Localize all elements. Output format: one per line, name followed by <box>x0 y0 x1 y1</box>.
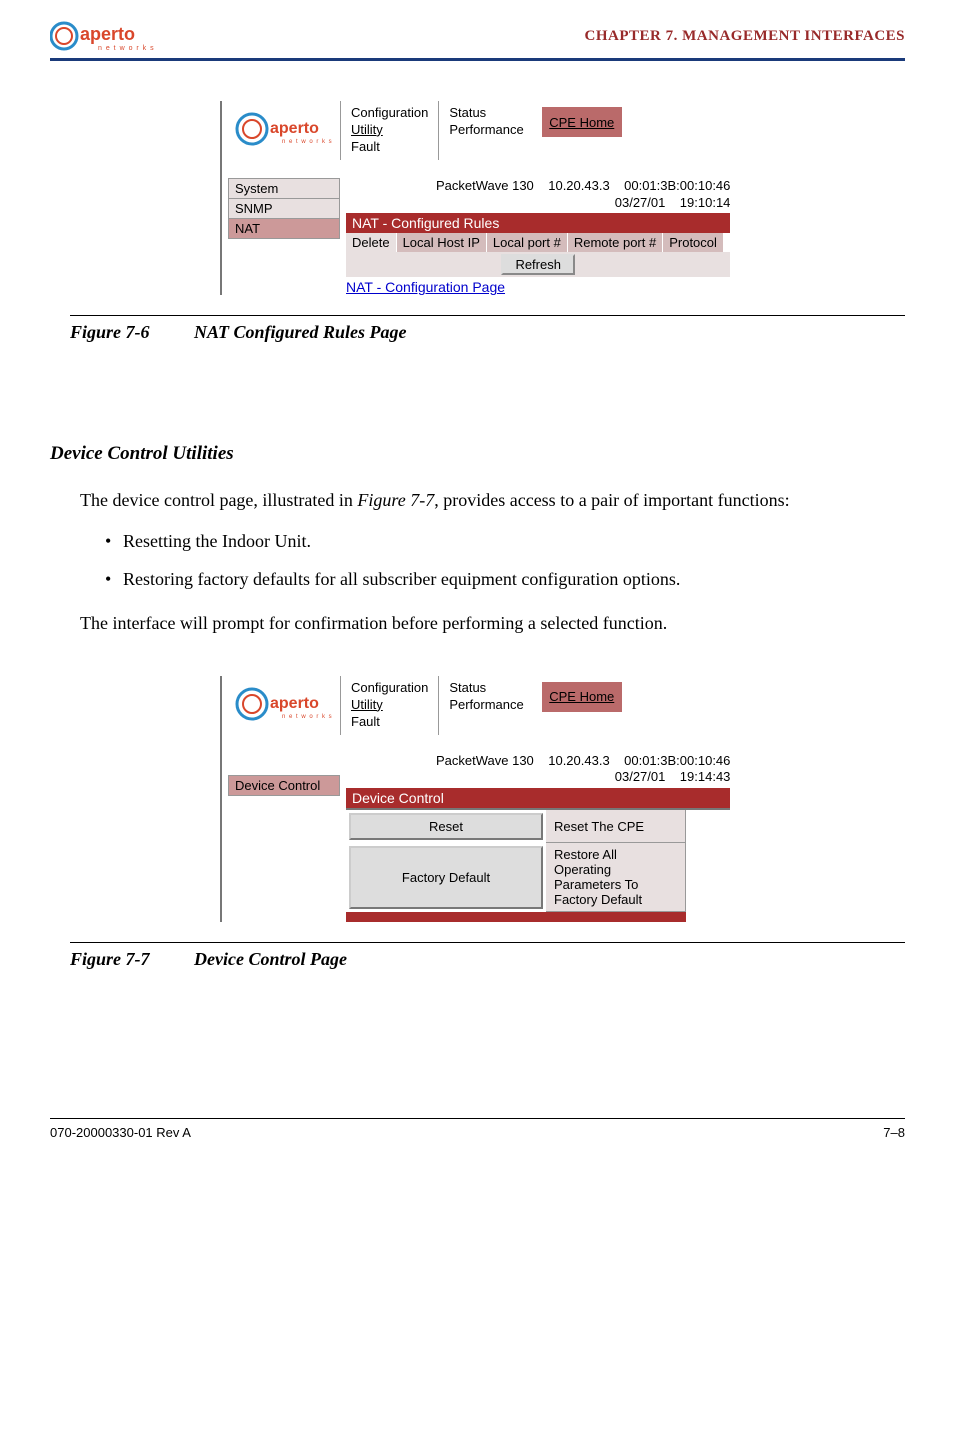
figure-title: Device Control Page <box>194 949 347 969</box>
th-local-port: Local port # <box>487 233 568 252</box>
paragraph-1: The device control page, illustrated in … <box>80 487 905 513</box>
svg-text:aperto: aperto <box>270 695 319 712</box>
footer-right: 7–8 <box>883 1125 905 1140</box>
factory-default-button[interactable]: Factory Default <box>349 846 543 909</box>
nav-configuration[interactable]: Configuration <box>351 680 428 697</box>
sidebar-item-device-control[interactable]: Device Control <box>228 775 340 796</box>
figure-number: Figure 7-6 <box>70 322 150 342</box>
nav-col-1: Configuration Utility Fault <box>340 676 438 735</box>
svg-text:aperto: aperto <box>80 24 135 44</box>
nav-col-1: Configuration Utility Fault <box>340 101 438 160</box>
sidebar: Device Control <box>228 775 340 923</box>
figure-ref: Figure 7-7 <box>357 490 434 510</box>
panel-title: NAT - Configured Rules <box>346 213 730 233</box>
figure-7-7-caption: Figure 7-7 Device Control Page <box>70 949 905 970</box>
th-local-host-ip: Local Host IP <box>397 233 487 252</box>
svg-text:aperto: aperto <box>270 120 319 137</box>
paragraph-2: The interface will prompt for confirmati… <box>80 610 905 636</box>
page-header: aperto n e t w o r k s CHAPTER 7. MANAGE… <box>50 20 905 61</box>
figure-rule <box>70 315 905 316</box>
bullet-2: Restoring factory defaults for all subsc… <box>105 566 905 592</box>
th-protocol: Protocol <box>663 233 724 252</box>
figure-7-6-screenshot: aperto n e t w o r k s Configuration Uti… <box>220 101 905 295</box>
device-control-table: Reset Reset The CPE Factory Default Rest… <box>346 808 730 922</box>
figure-number: Figure 7-7 <box>70 949 150 969</box>
refresh-button[interactable]: Refresh <box>501 254 575 275</box>
chapter-title: CHAPTER 7. MANAGEMENT INTERFACES <box>585 28 905 45</box>
sidebar: System SNMP NAT <box>228 178 340 296</box>
sidebar-item-snmp[interactable]: SNMP <box>228 198 340 218</box>
page: aperto n e t w o r k s CHAPTER 7. MANAGE… <box>0 0 955 1170</box>
nat-configuration-page-link[interactable]: NAT - Configuration Page <box>346 279 730 295</box>
figure-rule <box>70 942 905 943</box>
th-remote-port: Remote port # <box>568 233 663 252</box>
aperto-logo: aperto n e t w o r k s <box>50 20 160 52</box>
figure-title: NAT Configured Rules Page <box>194 322 407 342</box>
nav-col-2: Status Performance <box>438 676 533 735</box>
reset-desc: Reset The CPE <box>546 810 686 843</box>
cpe-home-button[interactable]: CPE Home <box>542 682 622 712</box>
reset-button[interactable]: Reset <box>349 813 543 840</box>
nav-fault[interactable]: Fault <box>351 714 428 731</box>
device-meta-line1: PacketWave 130 10.20.43.3 00:01:3B:00:10… <box>436 178 730 195</box>
nav-utility[interactable]: Utility <box>351 122 428 139</box>
cpe-home-button[interactable]: CPE Home <box>542 107 622 137</box>
factory-default-desc: Restore All Operating Parameters To Fact… <box>546 843 686 912</box>
figure-7-6-caption: Figure 7-6 NAT Configured Rules Page <box>70 322 905 343</box>
th-delete: Delete <box>346 233 397 252</box>
nav-utility[interactable]: Utility <box>351 697 428 714</box>
red-strip <box>346 912 686 922</box>
sidebar-item-nat[interactable]: NAT <box>228 218 340 239</box>
svg-text:n e t w o r k s: n e t w o r k s <box>282 714 333 720</box>
device-meta-line2: 03/27/01 19:10:14 <box>436 195 730 212</box>
bullet-list: Resetting the Indoor Unit. Restoring fac… <box>105 528 905 592</box>
nat-rules-table-header: Delete Local Host IP Local port # Remote… <box>346 233 730 252</box>
nav-configuration[interactable]: Configuration <box>351 105 428 122</box>
nav-fault[interactable]: Fault <box>351 139 428 156</box>
section-heading: Device Control Utilities <box>50 443 905 465</box>
nav-performance[interactable]: Performance <box>449 122 523 139</box>
nav-status[interactable]: Status <box>449 105 523 122</box>
nav-status[interactable]: Status <box>449 680 523 697</box>
figure-7-7-screenshot: aperto n e t w o r k s Configuration Uti… <box>220 676 905 922</box>
device-meta-line2: 03/27/01 19:14:43 <box>436 769 730 786</box>
nav-col-2: Status Performance <box>438 101 533 160</box>
footer-left: 070-20000330-01 Rev A <box>50 1125 191 1140</box>
page-footer: 070-20000330-01 Rev A 7–8 <box>50 1118 905 1140</box>
aperto-logo-icon: aperto n e t w o r k s <box>228 676 340 732</box>
bullet-1: Resetting the Indoor Unit. <box>105 528 905 554</box>
aperto-logo-icon: aperto n e t w o r k s <box>228 101 340 157</box>
nav-performance[interactable]: Performance <box>449 697 523 714</box>
svg-text:n e t w o r k s: n e t w o r k s <box>98 45 155 52</box>
device-meta-line1: PacketWave 130 10.20.43.3 00:01:3B:00:10… <box>436 753 730 770</box>
sidebar-item-system[interactable]: System <box>228 178 340 198</box>
svg-text:n e t w o r k s: n e t w o r k s <box>282 139 333 145</box>
panel-title: Device Control <box>346 788 730 808</box>
